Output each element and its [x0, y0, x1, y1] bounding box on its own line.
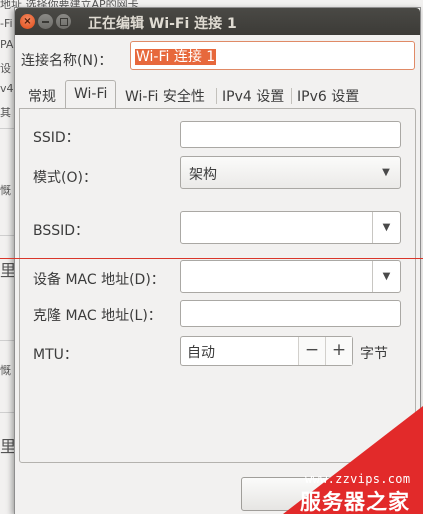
background-divider — [0, 340, 14, 341]
watermark-url: www.zzvips.com — [305, 472, 411, 486]
connection-name-input[interactable]: Wi-Fi 连接 1 — [130, 41, 415, 70]
background-text: PA — [0, 38, 14, 51]
mtu-spinbutton[interactable]: 自动 − + — [180, 336, 353, 366]
ssid-input[interactable] — [180, 121, 401, 148]
background-text: -Fi — [0, 17, 13, 30]
tab-wifi-security[interactable]: Wi-Fi 安全性 — [125, 84, 205, 108]
tab-ipv4[interactable]: IPv4 设置 — [222, 84, 284, 108]
background-divider — [0, 235, 14, 236]
device-mac-combo[interactable]: ▼ — [180, 260, 401, 293]
background-text: v4 — [0, 82, 14, 95]
mtu-label: MTU： — [33, 347, 78, 363]
close-button[interactable]: × — [20, 14, 35, 29]
background-divider — [0, 128, 14, 129]
maximize-button[interactable] — [56, 14, 71, 29]
mtu-unit: 字节 — [360, 346, 388, 362]
window-title: 正在编辑 Wi-Fi 连接 1 — [88, 16, 237, 32]
background-text: 慨 — [0, 184, 11, 197]
annotation-line — [0, 258, 423, 259]
mtu-increment-button[interactable]: + — [325, 337, 352, 365]
mode-value: 架构 — [189, 167, 217, 183]
chevron-down-icon[interactable]: ▼ — [372, 212, 400, 243]
ssid-label: SSID： — [33, 130, 80, 146]
connection-name-value: Wi-Fi 连接 1 — [135, 49, 217, 65]
device-mac-label: 设备 MAC 地址(D)： — [33, 272, 165, 288]
tab-separator — [291, 88, 292, 104]
background-text: 设 — [0, 62, 11, 75]
mode-select[interactable]: 架构 ▼ — [180, 156, 401, 189]
cloned-mac-label: 克隆 MAC 地址(L)： — [33, 308, 162, 324]
tab-separator — [216, 88, 217, 104]
cloned-mac-input[interactable] — [180, 300, 401, 327]
background-text: 慨 — [0, 364, 11, 377]
tab-ipv6[interactable]: IPv6 设置 — [297, 84, 359, 108]
mtu-decrement-button[interactable]: − — [298, 337, 325, 365]
tab-wifi[interactable]: Wi-Fi — [65, 80, 117, 109]
watermark-logo: 服务器之家 — [300, 490, 410, 514]
mtu-value: 自动 — [187, 345, 215, 361]
tab-general[interactable]: 常规 — [28, 84, 56, 108]
background-text: 其 — [0, 106, 11, 119]
titlebar: × 正在编辑 Wi-Fi 连接 1 — [15, 8, 420, 35]
bssid-label: BSSID： — [33, 223, 90, 239]
connection-name-label: 连接名称(N)： — [21, 53, 113, 69]
chevron-down-icon: ▼ — [382, 167, 390, 178]
chevron-down-icon[interactable]: ▼ — [372, 261, 400, 292]
minimize-button[interactable] — [38, 14, 53, 29]
background-divider — [0, 412, 14, 413]
bssid-combo[interactable]: ▼ — [180, 211, 401, 244]
mode-label: 模式(O)： — [33, 170, 97, 186]
